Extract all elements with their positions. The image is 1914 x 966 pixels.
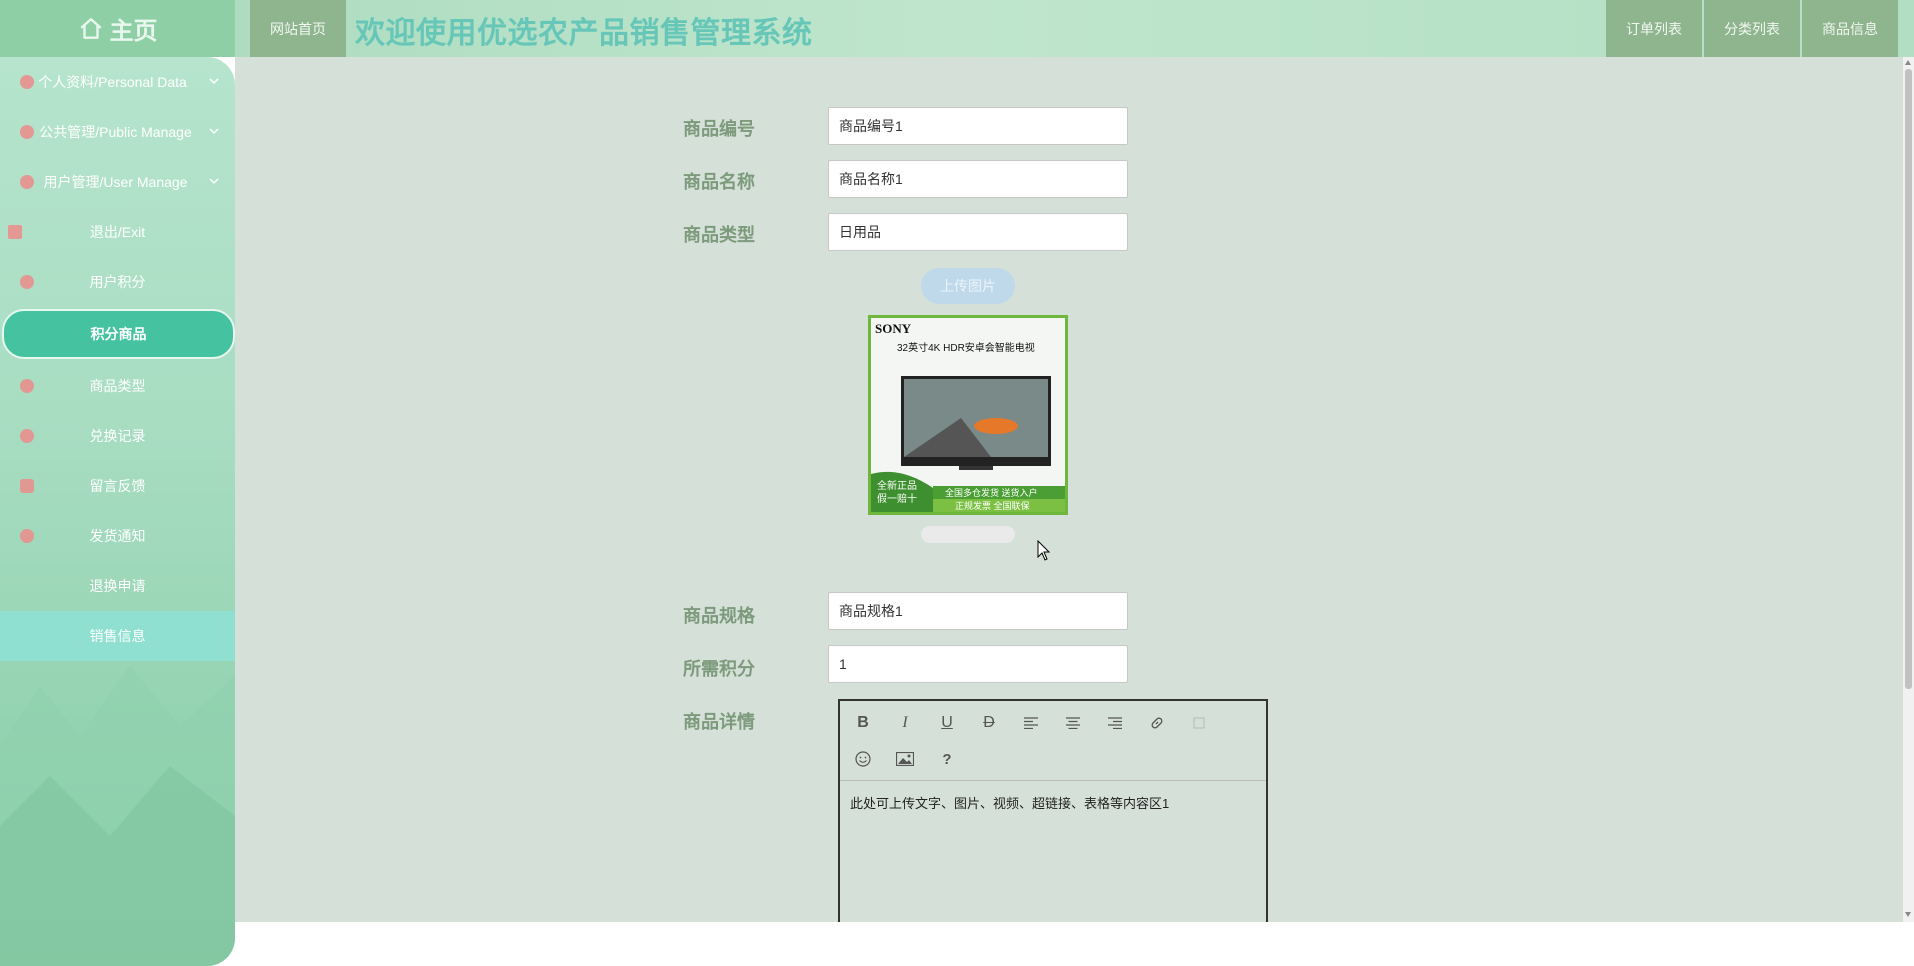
upload-image-button[interactable]: 上传图片: [921, 268, 1015, 304]
category-list-button[interactable]: 分类列表: [1704, 0, 1800, 57]
sidebar-item-label: 兑换记录: [89, 428, 146, 444]
sidebar-item-label: 商品类型: [89, 378, 146, 394]
sidebar-item-feedback[interactable]: 留言反馈: [0, 461, 235, 511]
rich-text-editor: B I U D ? 此处可上传文字、图片、视频、超链接、表格等内容区1: [838, 699, 1268, 934]
strikethrough-icon[interactable]: D: [976, 710, 1002, 736]
align-right-icon[interactable]: [1102, 710, 1128, 736]
product-name-label: 商品名称: [683, 172, 755, 192]
mountain-background: [0, 666, 235, 966]
underline-icon[interactable]: U: [934, 710, 960, 736]
sidebar-item-label: 公共管理/Public Manage: [39, 124, 192, 140]
spec-label: 商品规格: [683, 606, 755, 626]
headline-text: 32英寸4K HDR安卓会智能电视: [897, 341, 1035, 354]
mouse-cursor-icon: [1037, 540, 1051, 561]
tv-product-image: SONY 32英寸4K HDR安卓会智能电视 全新正品 假一赔十 全国多仓发货 …: [871, 318, 1065, 512]
editor-toolbar: B I U D ?: [840, 701, 1266, 781]
vertical-scrollbar[interactable]: [1903, 57, 1914, 922]
sidebar-item-label: 用户积分: [89, 274, 146, 290]
order-list-button[interactable]: 订单列表: [1606, 0, 1702, 57]
sidebar-item-exit[interactable]: 退出/Exit: [0, 207, 235, 257]
sidebar-item-label: 积分商品: [90, 326, 147, 342]
italic-icon[interactable]: I: [892, 710, 918, 736]
details-label: 商品详情: [683, 712, 755, 732]
product-name-input[interactable]: 商品名称1: [828, 160, 1128, 198]
sidebar-item-public-manage[interactable]: 公共管理/Public Manage: [0, 107, 235, 157]
product-image: SONY 32英寸4K HDR安卓会智能电视 全新正品 假一赔十 全国多仓发货 …: [868, 315, 1068, 515]
product-info-button[interactable]: 商品信息: [1802, 0, 1898, 57]
sidebar-item-exchange-records[interactable]: 兑换记录: [0, 411, 235, 461]
bold-icon[interactable]: B: [850, 710, 876, 736]
spec-input[interactable]: 商品规格1: [828, 592, 1128, 630]
product-type-label: 商品类型: [683, 225, 755, 245]
sidebar-item-product-type[interactable]: 商品类型: [0, 361, 235, 411]
emoji-icon[interactable]: [850, 746, 876, 772]
site-home-button[interactable]: 网站首页: [250, 0, 346, 57]
points-label: 所需积分: [683, 659, 755, 679]
product-type-input[interactable]: 日用品: [828, 213, 1128, 251]
link-icon[interactable]: [1144, 710, 1170, 736]
sidebar-item-label: 用户管理/User Manage: [43, 174, 188, 190]
page-title: 欢迎使用优选农产品销售管理系统: [355, 17, 813, 50]
sidebar-item-points-products[interactable]: 积分商品: [2, 309, 235, 359]
footer-area: [235, 922, 1914, 966]
sidebar-item-label: 个人资料/Personal Data: [38, 74, 187, 90]
chevron-down-icon: [209, 128, 219, 135]
chevron-down-icon: [209, 78, 219, 85]
strip2-text: 正规发票 全国联保: [955, 500, 1030, 511]
product-no-input[interactable]: 商品编号1: [828, 107, 1128, 145]
home-link[interactable]: 主页: [0, 0, 235, 57]
sidebar-item-sales-info[interactable]: 销售信息: [0, 611, 235, 661]
scroll-up-icon[interactable]: [1905, 60, 1911, 65]
badge-line2: 假一赔十: [877, 492, 917, 505]
sidebar: 个人资料/Personal Data 公共管理/Public Manage 用户…: [0, 57, 235, 966]
sidebar-item-shipping-notice[interactable]: 发货通知: [0, 511, 235, 561]
home-icon: [79, 17, 102, 39]
unlink-icon[interactable]: [1186, 710, 1212, 736]
brand-text: SONY: [875, 321, 912, 336]
align-left-icon[interactable]: [1018, 710, 1044, 736]
sidebar-item-label: 留言反馈: [89, 478, 146, 494]
sidebar-item-personal-data[interactable]: 个人资料/Personal Data: [0, 57, 235, 107]
scroll-down-icon[interactable]: [1905, 912, 1911, 917]
product-no-label: 商品编号: [683, 119, 755, 139]
remove-image-button[interactable]: [921, 526, 1015, 543]
align-center-icon[interactable]: [1060, 710, 1086, 736]
help-icon[interactable]: ?: [934, 746, 960, 772]
badge-line1: 全新正品: [877, 479, 917, 492]
home-label: 主页: [109, 18, 158, 45]
sidebar-item-label: 退出/Exit: [89, 224, 146, 240]
chevron-down-icon: [209, 178, 219, 185]
image-icon[interactable]: [892, 746, 918, 772]
editor-content[interactable]: 此处可上传文字、图片、视频、超链接、表格等内容区1: [840, 781, 1266, 824]
sidebar-item-return-request[interactable]: 退换申请: [0, 561, 235, 611]
sidebar-item-label: 退换申请: [89, 578, 146, 594]
points-input[interactable]: 1: [828, 645, 1128, 683]
sidebar-item-user-points[interactable]: 用户积分: [0, 257, 235, 307]
scrollbar-thumb[interactable]: [1905, 69, 1912, 689]
sidebar-item-label: 发货通知: [89, 528, 146, 544]
sidebar-item-user-manage[interactable]: 用户管理/User Manage: [0, 157, 235, 207]
sidebar-item-label: 销售信息: [89, 628, 146, 644]
strip1-text: 全国多仓发货 送货入户: [945, 487, 1038, 498]
